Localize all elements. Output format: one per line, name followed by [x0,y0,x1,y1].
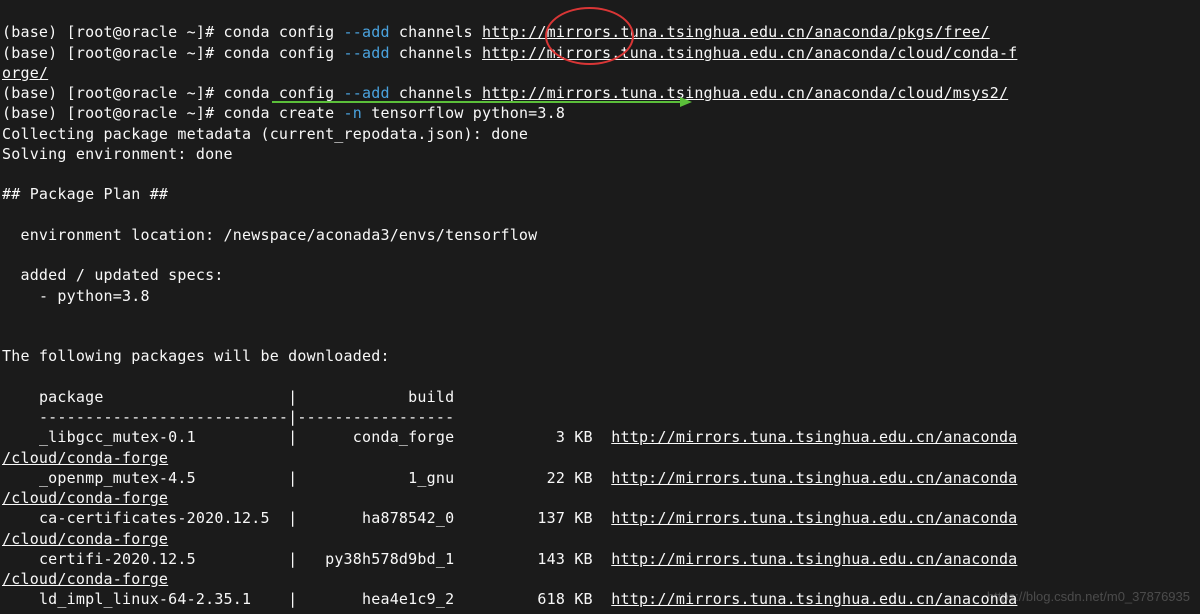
table-row: ca-certificates-2020.12.5 | ha878542_0 1… [2,509,611,527]
prompt: (base) [root@oracle ~]# conda config [2,44,344,62]
line-solving: Solving environment: done [2,145,233,163]
flag-add: --add [344,84,390,102]
package-channel-url[interactable]: http://mirrors.tuna.tsinghua.edu.cn/anac… [611,590,1017,608]
channel-url-conda-forge[interactable]: http://mirrors.tuna.tsinghua.edu.cn/anac… [482,44,1017,62]
table-row: certifi-2020.12.5 | py38h578d9bd_1 143 K… [2,550,611,568]
spec-python: - python=3.8 [2,287,150,305]
prompt: (base) [root@oracle ~]# conda config [2,23,344,41]
package-channel-url-wrap[interactable]: /cloud/conda-forge [2,570,168,588]
package-channel-url[interactable]: http://mirrors.tuna.tsinghua.edu.cn/anac… [611,509,1017,527]
package-channel-url[interactable]: http://mirrors.tuna.tsinghua.edu.cn/anac… [611,428,1017,446]
added-specs-label: added / updated specs: [2,266,224,284]
flag-add: --add [344,23,390,41]
channel-url-conda-forge-wrap[interactable]: orge/ [2,64,48,82]
table-header: package | build [2,388,454,406]
flag-n: -n [344,104,362,122]
flag-add: --add [344,44,390,62]
package-channel-url-wrap[interactable]: /cloud/conda-forge [2,489,168,507]
table-row: _libgcc_mutex-0.1 | conda_forge 3 KB [2,428,611,446]
table-row: ld_impl_linux-64-2.35.1 | hea4e1c9_2 618… [2,590,611,608]
prompt: (base) [root@oracle ~]# conda config [2,84,344,102]
table-row: _openmp_mutex-4.5 | 1_gnu 22 KB [2,469,611,487]
env-location: environment location: /newspace/aconada3… [2,226,537,244]
create-args: tensorflow python=3.8 [362,104,565,122]
table-divider: ---------------------------|------------… [2,408,454,426]
channel-url-msys2[interactable]: http://mirrors.tuna.tsinghua.edu.cn/anac… [482,84,1008,102]
package-channel-url-wrap[interactable]: /cloud/conda-forge [2,449,168,467]
terminal-output: (base) [root@oracle ~]# conda config --a… [0,0,1200,612]
download-header: The following packages will be downloade… [2,347,390,365]
package-plan-header: ## Package Plan ## [2,185,168,203]
annotation-arrow [272,101,682,103]
prompt: (base) [root@oracle ~]# conda create [2,104,344,122]
line-collecting: Collecting package metadata (current_rep… [2,125,528,143]
channel-url-free[interactable]: http://mirrors.tuna.tsinghua.edu.cn/anac… [482,23,990,41]
package-channel-url-wrap[interactable]: /cloud/conda-forge [2,530,168,548]
watermark: https://blog.csdn.net/m0_37876935 [987,588,1190,606]
package-channel-url[interactable]: http://mirrors.tuna.tsinghua.edu.cn/anac… [611,469,1017,487]
package-channel-url[interactable]: http://mirrors.tuna.tsinghua.edu.cn/anac… [611,550,1017,568]
